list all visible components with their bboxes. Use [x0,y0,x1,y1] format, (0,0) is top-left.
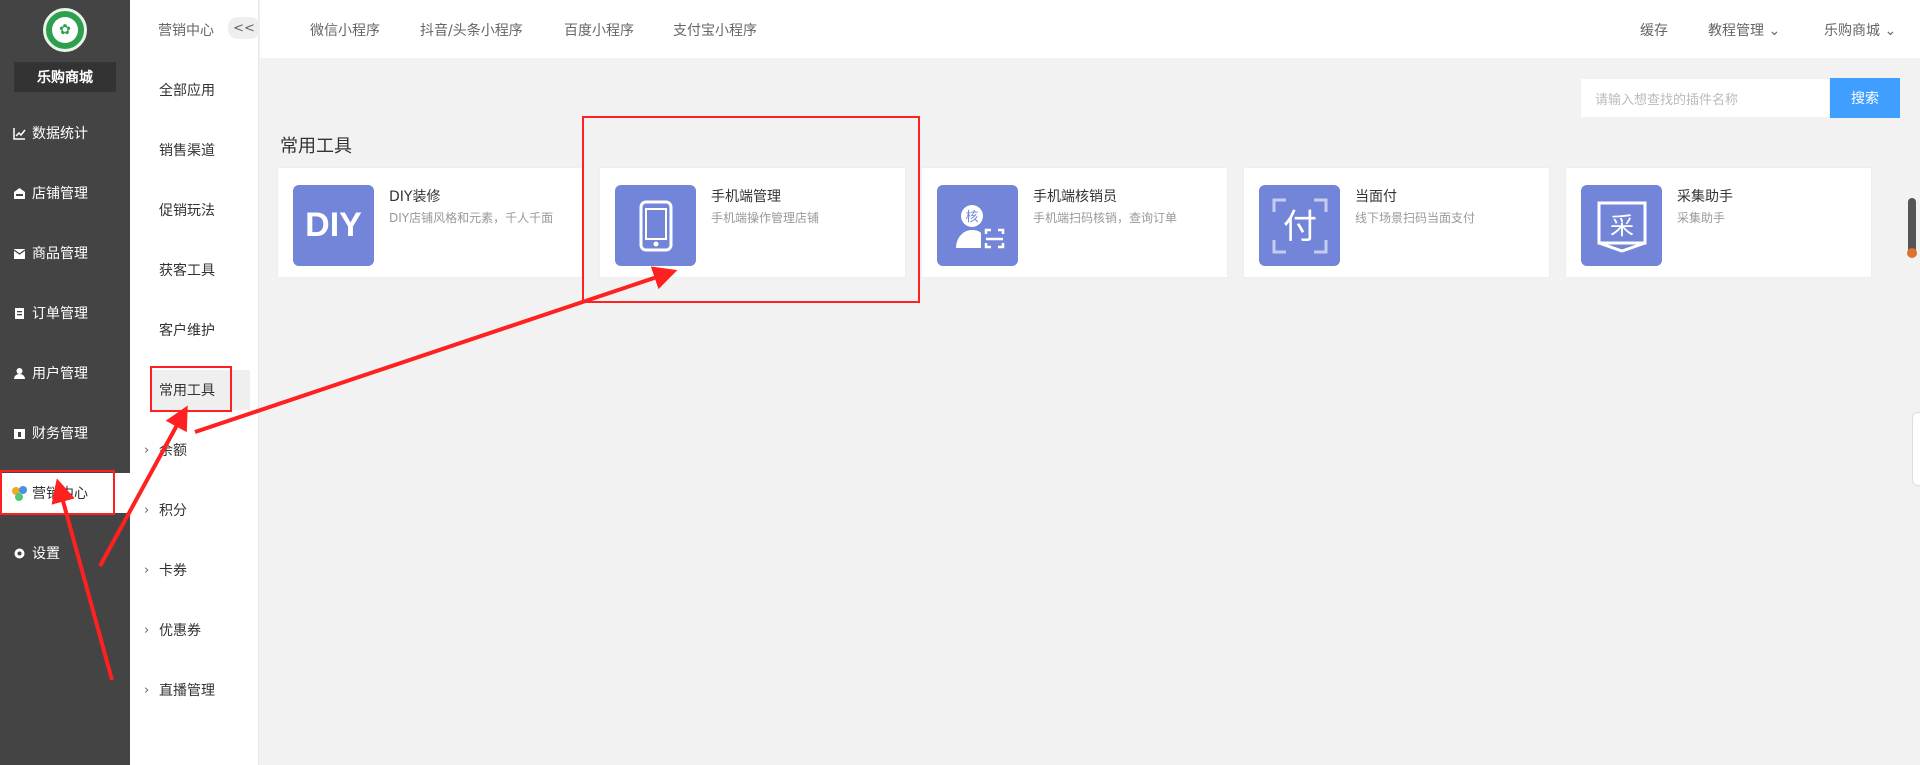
search-button[interactable]: 搜索 [1830,78,1900,118]
svg-text:采: 采 [1610,212,1634,240]
subnav-title: 营销中心 [158,23,214,39]
card-desc: 手机端扫码核销，查询订单 [1033,211,1178,225]
section-title: 常用工具 [280,136,352,157]
sidebar-item-settings[interactable]: 设置 [0,533,130,573]
verify-user-icon: 核 [937,185,1018,266]
sidebar-item-label: 财务管理 [32,426,88,442]
chevron-down-icon: ⌄ [1884,23,1897,39]
subnav-item-sales-channel[interactable]: 销售渠道 [130,130,259,170]
card-name: 采集助手 [1677,189,1733,205]
wallet-icon [12,426,26,440]
main-sidebar: ✿ 乐购商城 数据统计 店铺管理 商品管理 订单管理 用户管理 财务管理 营销中… [0,0,130,765]
card-desc: DIY店铺风格和元素，千人千面 [389,211,554,225]
subnav-item-label: 余额 [159,443,187,459]
tool-card-face-pay[interactable]: 付 当面付 线下场景扫码当面支付 [1243,167,1550,278]
tutorial-menu[interactable]: 教程管理 ⌄ [1708,20,1780,40]
chevron-right-icon: › [144,442,150,458]
tab-wechat-miniapp[interactable]: 微信小程序 [310,20,380,40]
sidebar-item-users[interactable]: 用户管理 [0,353,130,393]
tutorial-label: 教程管理 [1708,23,1764,39]
scroll-thermometer[interactable] [1907,198,1917,258]
subnav-item-label: 积分 [159,503,187,519]
chevron-right-icon: › [144,622,150,638]
sidebar-item-store[interactable]: 店铺管理 [0,173,130,213]
highlight-mobile-admin-card [582,116,920,303]
highlight-common-tools [150,366,232,412]
cache-link[interactable]: 缓存 [1640,20,1668,40]
sidebar-item-label: 数据统计 [32,126,88,142]
chevron-down-icon: ⌄ [1768,23,1781,39]
tab-douyin-miniapp[interactable]: 抖音/头条小程序 [420,20,523,40]
sidebar-item-label: 店铺管理 [32,186,88,202]
side-drawer-handle[interactable] [1912,412,1920,486]
clipboard-icon [12,306,26,320]
tool-card-collector[interactable]: 采 采集助手 采集助手 [1565,167,1872,278]
shop-menu-label: 乐购商城 [1824,23,1880,39]
subnav-item-label: 销售渠道 [159,143,215,159]
pay-icon: 付 [1259,185,1340,266]
user-icon [12,366,26,380]
subnav-item-label: 优惠券 [159,623,201,639]
sidebar-item-goods[interactable]: 商品管理 [0,233,130,273]
tab-baidu-miniapp[interactable]: 百度小程序 [564,20,634,40]
gear-icon [12,546,26,560]
top-bar: 微信小程序 抖音/头条小程序 百度小程序 支付宝小程序 缓存 教程管理 ⌄ 乐购… [260,0,1920,58]
chevron-right-icon: › [144,682,150,698]
subnav-item-live[interactable]: › 直播管理 [130,670,259,710]
sidebar-item-label: 商品管理 [32,246,88,262]
card-desc: 采集助手 [1677,211,1726,225]
subnav-item-label: 促销玩法 [159,203,215,219]
subnav-item-all-apps[interactable]: 全部应用 [130,70,259,110]
shop-menu[interactable]: 乐购商城 ⌄ [1824,20,1896,40]
shop-name: 乐购商城 [14,62,116,92]
card-name: 当面付 [1355,189,1397,205]
collapse-button[interactable]: << [228,17,260,39]
subnav-item-points[interactable]: › 积分 [130,490,259,530]
card-name: DIY装修 [389,189,441,205]
plugin-search-input[interactable]: 请输入想查找的插件名称 [1580,78,1830,118]
svg-text:付: 付 [1283,207,1317,247]
tool-card-verifier[interactable]: 核 手机端核销员 手机端扫码核销，查询订单 [921,167,1228,278]
subnav-item-label: 直播管理 [159,683,215,699]
sidebar-item-orders[interactable]: 订单管理 [0,293,130,333]
package-icon [12,246,26,260]
sidebar-item-label: 设置 [32,546,60,562]
highlight-marketing-center [0,470,115,515]
sidebar-item-data-stats[interactable]: 数据统计 [0,113,130,153]
sidebar-item-label: 订单管理 [32,306,88,322]
subnav-item-label: 客户维护 [159,323,215,339]
sidebar-item-finance[interactable]: 财务管理 [0,413,130,453]
sidebar-item-label: 用户管理 [32,366,88,382]
collect-icon: 采 [1581,185,1662,266]
subnav-item-promotion[interactable]: 促销玩法 [130,190,259,230]
svg-text:核: 核 [965,210,978,225]
tool-card-diy[interactable]: DIY DIY装修 DIY店铺风格和元素，千人千面 [277,167,584,278]
card-desc: 线下场景扫码当面支付 [1355,211,1476,225]
chart-line-icon [12,126,26,140]
subnav-item-balance[interactable]: › 余额 [130,430,259,470]
card-name: 手机端核销员 [1033,189,1117,205]
chevron-right-icon: › [144,562,150,578]
tab-alipay-miniapp[interactable]: 支付宝小程序 [673,20,757,40]
subnav-item-coupons[interactable]: › 优惠券 [130,610,259,650]
subnav-item-label: 全部应用 [159,83,215,99]
subnav-item-cards[interactable]: › 卡券 [130,550,259,590]
subnav-item-label: 获客工具 [159,263,215,279]
shop-logo: ✿ [43,8,87,52]
subnav-item-label: 卡券 [159,563,187,579]
subnav-item-acquisition[interactable]: 获客工具 [130,250,259,290]
subnav-item-customer-care[interactable]: 客户维护 [130,310,259,350]
chevron-right-icon: › [144,502,150,518]
diy-icon: DIY [293,185,374,266]
store-icon [12,186,26,200]
